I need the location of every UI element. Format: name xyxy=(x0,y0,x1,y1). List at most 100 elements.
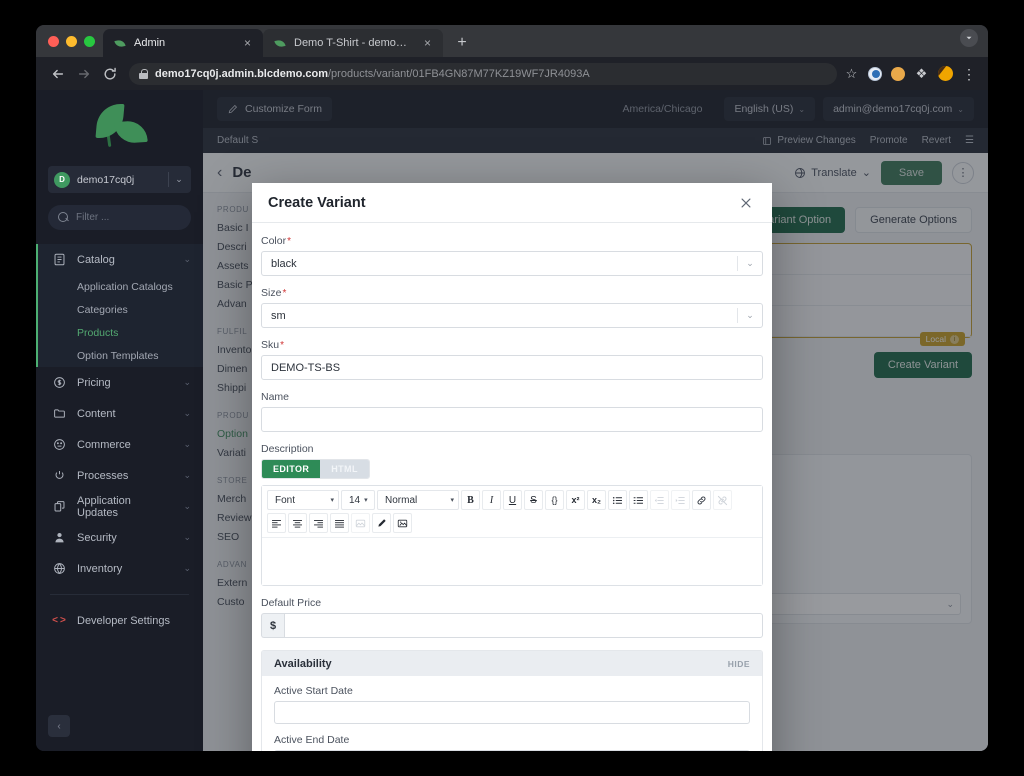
paragraph-style-select[interactable]: Normal ▾ xyxy=(377,490,459,510)
sidebar-item-pricing[interactable]: Pricing ⌄ xyxy=(36,367,203,398)
align-right-icon[interactable] xyxy=(309,513,328,533)
close-window-button[interactable] xyxy=(48,35,59,47)
availability-title: Availability xyxy=(274,657,332,670)
browser-tab-demo-tshirt[interactable]: Demo T-Shirt - demo17cq0j × xyxy=(263,29,443,57)
security-icon xyxy=(52,531,66,545)
close-icon[interactable]: × xyxy=(420,36,435,51)
size-select[interactable]: sm ⌄ xyxy=(261,303,763,328)
sidebar-item-categories[interactable]: Categories xyxy=(38,298,203,321)
tab-search-icon[interactable] xyxy=(960,29,978,47)
font-size-value: 14 xyxy=(349,494,361,506)
hide-toggle[interactable]: HIDE xyxy=(728,659,750,669)
window-traffic-lights xyxy=(46,25,103,57)
align-center-icon[interactable] xyxy=(288,513,307,533)
sidebar-collapse-button[interactable]: ‹ xyxy=(48,715,70,737)
underline-icon[interactable]: U xyxy=(503,490,522,510)
text-color-icon[interactable] xyxy=(372,513,391,533)
back-icon[interactable] xyxy=(46,62,70,86)
currency-symbol: $ xyxy=(261,613,284,638)
sidebar-filter-input[interactable]: Filter ... xyxy=(48,205,191,230)
chevron-down-icon: ▾ xyxy=(364,497,368,504)
code-icon: < > xyxy=(52,615,66,626)
align-left-icon[interactable] xyxy=(267,513,286,533)
remove-link-icon[interactable] xyxy=(713,490,732,510)
minimize-window-button[interactable] xyxy=(66,35,77,47)
browser-menu-icon[interactable]: ⋮ xyxy=(962,67,976,81)
sidebar-item-catalog[interactable]: Catalog ⌄ xyxy=(38,244,203,275)
align-justify-icon[interactable] xyxy=(330,513,349,533)
sku-input[interactable]: DEMO-TS-BS xyxy=(261,355,763,380)
sidebar-item-security[interactable]: Security ⌄ xyxy=(36,522,203,553)
reload-icon[interactable] xyxy=(98,62,122,86)
font-size-select[interactable]: 14 ▾ xyxy=(341,490,375,510)
sidebar-item-application-updates[interactable]: Application Updates ⌄ xyxy=(36,491,203,522)
active-end-date-input[interactable] xyxy=(274,750,750,751)
insert-link-icon[interactable] xyxy=(692,490,711,510)
indent-increase-icon[interactable] xyxy=(671,490,690,510)
name-input[interactable] xyxy=(261,407,763,432)
extension-icon-cookie[interactable] xyxy=(891,66,905,81)
availability-panel-body: Active Start Date Active End Date xyxy=(262,676,762,751)
numbered-list-icon[interactable] xyxy=(629,490,648,510)
sidebar-label: Commerce xyxy=(77,438,131,451)
sidebar-item-commerce[interactable]: Commerce ⌄ xyxy=(36,429,203,460)
chevron-down-icon: ▾ xyxy=(450,497,454,504)
forward-icon[interactable] xyxy=(72,62,96,86)
sidebar-item-content[interactable]: Content ⌄ xyxy=(36,398,203,429)
description-mode-toggle: EDITOR HTML xyxy=(261,459,370,479)
bulleted-list-icon[interactable] xyxy=(608,490,627,510)
chevron-down-icon[interactable]: ⌄ xyxy=(183,408,191,419)
chevron-down-icon[interactable]: ⌄ xyxy=(183,254,191,265)
sidebar-item-application-catalogs[interactable]: Application Catalogs xyxy=(38,275,203,298)
tab-editor[interactable]: EDITOR xyxy=(262,460,321,478)
indent-decrease-icon[interactable] xyxy=(650,490,669,510)
chevron-down-icon[interactable]: ⌄ xyxy=(738,258,762,269)
lock-icon xyxy=(139,68,148,79)
chevron-down-icon[interactable]: ⌄ xyxy=(183,439,191,450)
subscript-icon[interactable]: x₂ xyxy=(587,490,606,510)
url-bar[interactable]: demo17cq0j.admin.blcdemo.com/products/va… xyxy=(129,62,837,85)
sidebar-item-processes[interactable]: Processes ⌄ xyxy=(36,460,203,491)
maximize-window-button[interactable] xyxy=(84,35,95,47)
app-logo[interactable] xyxy=(36,90,203,162)
new-tab-button[interactable]: + xyxy=(449,30,475,56)
tenant-selector[interactable]: D demo17cq0j ⌄ xyxy=(48,166,191,193)
bookmark-star-icon[interactable]: ☆ xyxy=(844,66,859,81)
italic-icon[interactable]: I xyxy=(482,490,501,510)
profile-avatar[interactable] xyxy=(938,66,953,81)
bold-icon[interactable]: B xyxy=(461,490,480,510)
insert-media-icon[interactable] xyxy=(393,513,412,533)
active-start-date-input[interactable] xyxy=(274,701,750,724)
editor-toolbar-row-1: Font ▾ 14 ▾ Normal ▾ B I U S {} x² x₂ xyxy=(267,490,757,510)
font-select[interactable]: Font ▾ xyxy=(267,490,339,510)
chevron-down-icon[interactable]: ⌄ xyxy=(183,501,191,512)
code-block-icon[interactable]: {} xyxy=(545,490,564,510)
superscript-icon[interactable]: x² xyxy=(566,490,585,510)
active-end-date-label: Active End Date xyxy=(274,734,350,746)
application-area: D demo17cq0j ⌄ Filter ... Catalog ⌄ Appl… xyxy=(36,90,988,751)
sidebar-item-inventory[interactable]: Inventory ⌄ xyxy=(36,553,203,584)
tab-html[interactable]: HTML xyxy=(320,460,369,478)
chevron-down-icon[interactable]: ⌄ xyxy=(183,470,191,481)
sidebar-group-catalog: Catalog ⌄ Application Catalogs Categorie… xyxy=(36,244,203,367)
sidebar-item-developer-settings[interactable]: < > Developer Settings xyxy=(36,605,203,636)
chevron-down-icon[interactable]: ⌄ xyxy=(169,174,189,185)
extensions-puzzle-icon[interactable]: ❖ xyxy=(914,66,929,81)
extension-icon-blue[interactable] xyxy=(868,66,882,81)
sidebar-item-products[interactable]: Products xyxy=(38,321,203,344)
sidebar-item-option-templates[interactable]: Option Templates xyxy=(38,344,203,367)
insert-image-icon[interactable] xyxy=(351,513,370,533)
chevron-down-icon[interactable]: ⌄ xyxy=(183,532,191,543)
sidebar-label: Pricing xyxy=(77,376,111,389)
close-icon[interactable]: × xyxy=(240,36,255,51)
strikethrough-icon[interactable]: S xyxy=(524,490,543,510)
editor-content-area[interactable] xyxy=(262,538,762,585)
browser-tab-admin[interactable]: Admin × xyxy=(103,29,263,57)
default-price-input[interactable] xyxy=(284,613,763,638)
chevron-down-icon[interactable]: ⌄ xyxy=(738,310,762,321)
sku-field: Sku* DEMO-TS-BS xyxy=(261,339,763,380)
color-select[interactable]: black ⌄ xyxy=(261,251,763,276)
close-icon[interactable] xyxy=(736,193,756,213)
chevron-down-icon[interactable]: ⌄ xyxy=(183,563,191,574)
chevron-down-icon[interactable]: ⌄ xyxy=(183,377,191,388)
